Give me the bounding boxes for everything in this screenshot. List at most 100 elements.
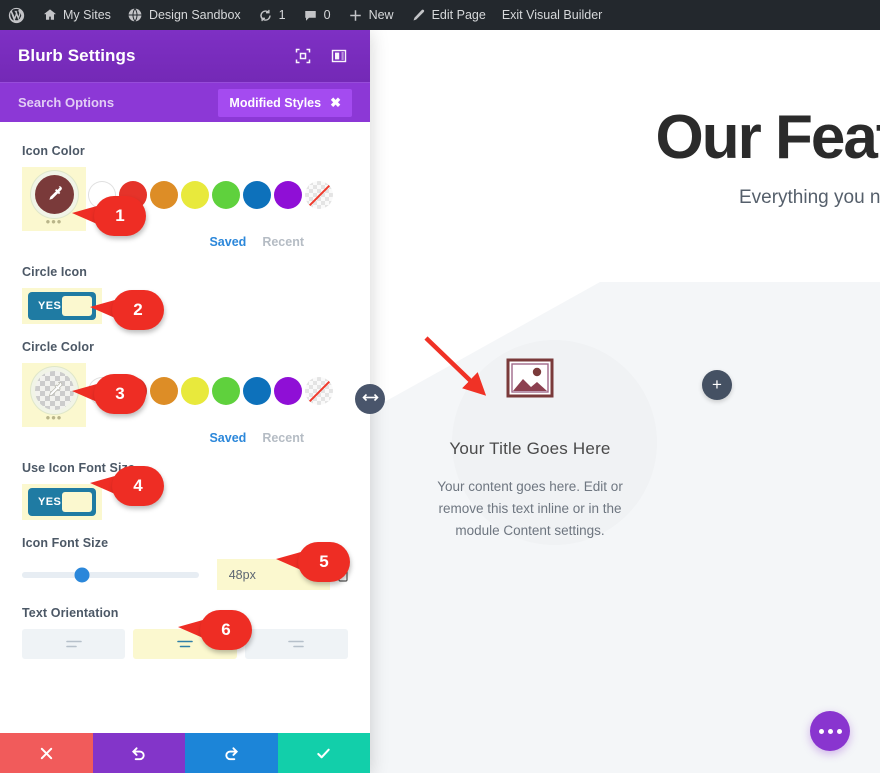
fab-dot: [818, 728, 824, 734]
settings-action-bar: [0, 733, 370, 773]
settings-body: Icon Color ••• Saved Recent Circle Icon …: [0, 122, 370, 733]
recent-colors-tab[interactable]: Recent: [262, 235, 304, 249]
icon-font-size-slider[interactable]: [22, 567, 199, 582]
preset-swatch[interactable]: [243, 181, 271, 209]
preset-swatch[interactable]: [88, 181, 116, 209]
preset-swatch[interactable]: [212, 181, 240, 209]
slider-thumb[interactable]: [74, 567, 90, 582]
adminbar-new-label: New: [368, 7, 394, 22]
adminbar-updates-count: 1: [278, 7, 286, 22]
close-icon[interactable]: ✖: [330, 95, 341, 111]
visual-builder-screen: My Sites Design Sandbox 1 0 New Edit Pag…: [0, 0, 880, 773]
cancel-button[interactable]: [0, 733, 93, 773]
preset-swatch-none[interactable]: [305, 181, 333, 209]
circle-icon-toggle-label: YES: [38, 300, 62, 312]
align-left-icon[interactable]: [22, 629, 126, 659]
circle-icon-label: Circle Icon: [22, 265, 88, 279]
undo-button[interactable]: [92, 733, 185, 773]
field-icon-color: Icon Color ••• Saved Recent: [22, 144, 348, 249]
device-icon[interactable]: [338, 567, 348, 582]
preset-swatch[interactable]: [274, 181, 302, 209]
icon-font-size-input[interactable]: 48px: [216, 559, 330, 590]
toggle-knob: [62, 492, 92, 512]
page-title: Blurb Settings: [18, 46, 136, 65]
preset-swatch[interactable]: [150, 181, 178, 209]
circle-color-more[interactable]: •••: [46, 411, 63, 424]
preset-swatch[interactable]: [150, 377, 178, 405]
adminbar-edit-page[interactable]: Edit Page: [402, 0, 494, 30]
icon-font-size-row: 48px: [22, 559, 348, 590]
icon-color-row: •••: [22, 167, 348, 231]
wp-admin-bar: My Sites Design Sandbox 1 0 New Edit Pag…: [0, 0, 880, 30]
use-icon-font-size-toggle-label: YES: [38, 496, 62, 508]
redo-button[interactable]: [185, 733, 278, 773]
adminbar-comments[interactable]: 0: [294, 0, 339, 30]
text-orientation-options: [22, 629, 348, 659]
preset-swatch-none[interactable]: [305, 377, 333, 405]
eyedropper-icon: [44, 184, 64, 204]
adminbar-updates[interactable]: 1: [249, 0, 294, 30]
icon-color-tabs: Saved Recent: [22, 235, 348, 249]
hero-title: Our Feat: [655, 103, 880, 172]
circle-color-row: •••: [22, 363, 348, 427]
visual-builder-fab[interactable]: [810, 711, 850, 751]
preset-swatch[interactable]: [119, 377, 147, 405]
icon-color-picker[interactable]: •••: [22, 167, 86, 231]
circle-icon-toggle[interactable]: YES: [28, 292, 96, 320]
preset-swatch[interactable]: [119, 181, 147, 209]
circle-color-picker[interactable]: •••: [22, 363, 86, 427]
add-module-button[interactable]: +: [702, 370, 732, 400]
preset-swatch[interactable]: [243, 377, 271, 405]
adminbar-new[interactable]: New: [339, 0, 402, 30]
panel-resize-handle[interactable]: [355, 384, 385, 414]
page-preview: Our Feat Everything you ne Your Title Go…: [370, 30, 880, 773]
icon-color-label: Icon Color: [22, 144, 85, 158]
preset-swatch[interactable]: [181, 377, 209, 405]
adminbar-my-sites-label: My Sites: [63, 7, 111, 22]
modified-styles-pill[interactable]: Modified Styles ✖: [218, 88, 352, 117]
image-placeholder-icon: [504, 352, 556, 404]
expand-icon[interactable]: [290, 43, 316, 69]
save-button[interactable]: [277, 733, 370, 773]
align-center-icon[interactable]: [133, 629, 237, 659]
field-icon-font-size: Icon Font Size 48px: [22, 536, 348, 590]
align-right-icon[interactable]: [244, 629, 348, 659]
preset-swatch[interactable]: [181, 181, 209, 209]
updates-icon: [257, 7, 274, 24]
preset-swatch[interactable]: [274, 377, 302, 405]
fab-dot: [827, 728, 833, 734]
search-input[interactable]: [18, 95, 219, 110]
toggle-knob: [62, 296, 92, 316]
adminbar-exit-visual-builder[interactable]: Exit Visual Builder: [494, 0, 611, 30]
features-section: Your Title Goes Here Your content goes h…: [370, 282, 880, 773]
saved-colors-tab[interactable]: Saved: [209, 235, 246, 249]
circle-icon-toggle-wrap: YES: [22, 288, 102, 324]
wordpress-icon: [8, 7, 25, 24]
adminbar-site-name-label: Design Sandbox: [148, 7, 241, 22]
field-circle-color: Circle Color ••• Saved Recent: [22, 340, 348, 445]
comments-icon: [302, 7, 319, 24]
adminbar-wordpress-logo[interactable]: [0, 0, 33, 30]
icon-color-more[interactable]: •••: [46, 215, 63, 228]
adminbar-edit-page-label: Edit Page: [431, 7, 486, 22]
slider-fill: [22, 571, 83, 578]
site-icon: [127, 7, 144, 24]
recent-colors-tab[interactable]: Recent: [262, 431, 304, 445]
layout-icon[interactable]: [326, 43, 352, 69]
preset-swatch[interactable]: [212, 377, 240, 405]
blurb-title: Your Title Goes Here: [449, 439, 611, 458]
circle-color-tabs: Saved Recent: [22, 431, 348, 445]
saved-colors-tab[interactable]: Saved: [209, 431, 246, 445]
icon-color-swatch: [34, 174, 74, 214]
preset-swatch[interactable]: [88, 377, 116, 405]
adminbar-site-name[interactable]: Design Sandbox: [119, 0, 249, 30]
circle-color-presets: [88, 363, 334, 405]
adminbar-my-sites[interactable]: My Sites: [33, 0, 119, 30]
blurb-module[interactable]: Your Title Goes Here Your content goes h…: [425, 352, 635, 542]
use-icon-font-size-toggle[interactable]: YES: [28, 488, 96, 516]
pencil-icon: [410, 7, 427, 24]
hero-section: Our Feat Everything you ne: [370, 30, 880, 282]
eyedropper-icon: [44, 380, 64, 400]
adminbar-comments-count: 0: [323, 7, 331, 22]
text-orientation-label: Text Orientation: [22, 606, 119, 620]
